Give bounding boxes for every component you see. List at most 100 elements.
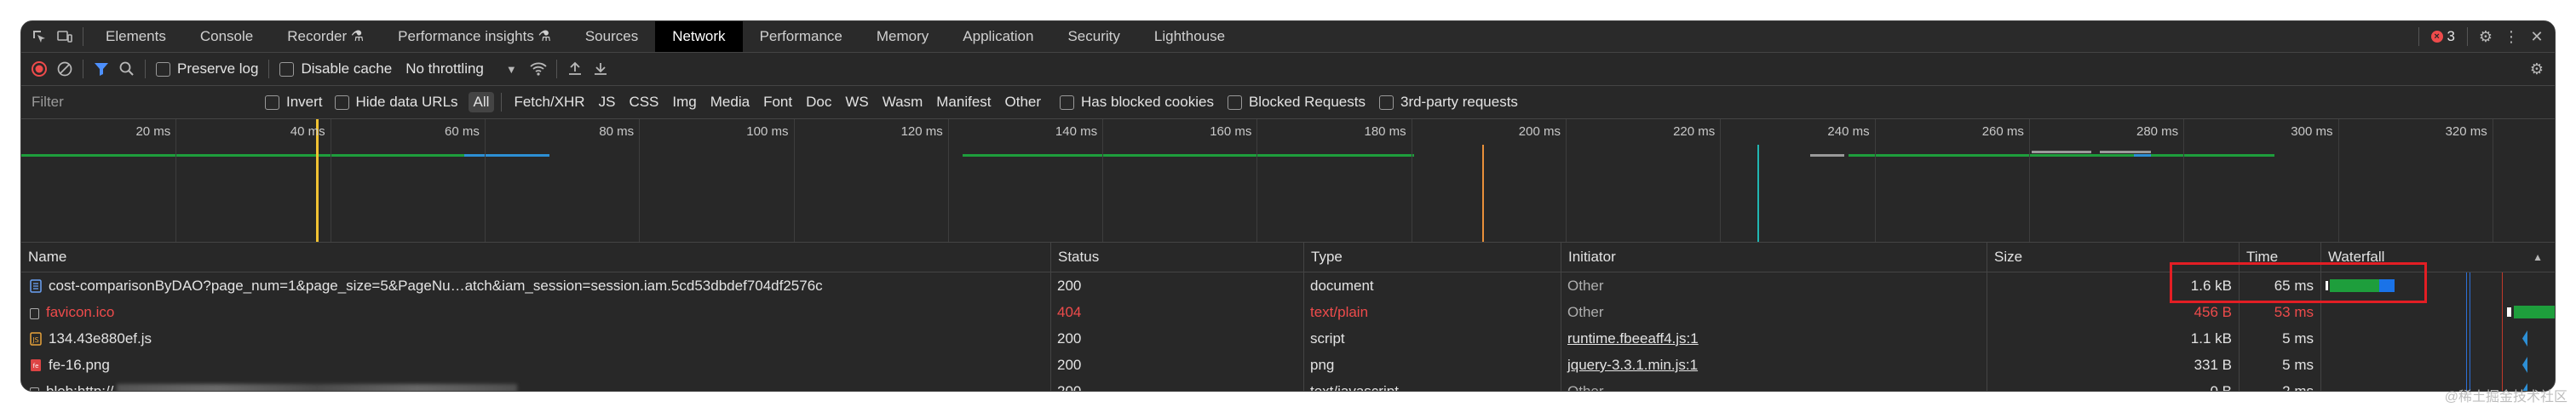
table-row[interactable]: JS 134.43e880ef.js 200 script runtime.fbe… — [21, 325, 2555, 352]
tab-sources[interactable]: Sources — [568, 21, 655, 52]
column-name-header[interactable]: Name — [21, 243, 1050, 272]
filter-type-font[interactable]: Font — [758, 92, 797, 112]
request-name-cell[interactable]: cost-comparisonByDAO?page_num=1&page_siz… — [21, 272, 1050, 299]
tab-elements[interactable]: Elements — [89, 21, 183, 52]
initiator-link[interactable]: jquery-3.3.1.min.js:1 — [1561, 352, 1987, 378]
disable-cache-checkbox[interactable] — [279, 61, 295, 77]
preserve-log-label: Preserve log — [177, 60, 259, 77]
overview-tick-label: 200 ms — [1518, 124, 1561, 139]
error-counter[interactable]: × 3 — [2430, 28, 2455, 45]
overview-gridline — [484, 119, 486, 242]
filter-type-manifest[interactable]: Manifest — [931, 92, 996, 112]
filter-input[interactable]: Filter — [21, 91, 253, 113]
table-row[interactable]: favicon.ico 404 text/plain Other 456 B 5… — [21, 299, 2555, 325]
has-blocked-cookies-checkbox[interactable] — [1060, 95, 1075, 110]
filter-bar: Filter Invert Hide data URLs All Fetch/X… — [21, 86, 2555, 119]
filter-type-fetch-xhr[interactable]: Fetch/XHR — [509, 92, 589, 112]
settings-gear-icon[interactable]: ⚙ — [2473, 24, 2498, 49]
column-status-header[interactable]: Status — [1050, 243, 1303, 272]
filter-funnel-icon[interactable] — [89, 56, 114, 82]
column-type-header[interactable]: Type — [1303, 243, 1561, 272]
tab-recorder-label: Recorder — [287, 28, 348, 44]
filter-type-media[interactable]: Media — [705, 92, 755, 112]
tab-performance[interactable]: Performance — [743, 21, 860, 52]
filter-type-all[interactable]: All — [468, 92, 495, 112]
blocked-requests-label: Blocked Requests — [1248, 94, 1366, 110]
network-overview-timeline[interactable]: 20 ms 40 ms 60 ms 80 ms 100 ms 120 ms 140 ms 16… — [21, 119, 2555, 243]
error-icon: × — [2430, 31, 2443, 43]
overview-gridline — [1720, 119, 1722, 242]
filter-type-img[interactable]: Img — [667, 92, 701, 112]
tab-lighthouse[interactable]: Lighthouse — [1137, 21, 1242, 52]
tab-security[interactable]: Security — [1050, 21, 1136, 52]
table-row[interactable]: blob:http:// 200 text/javascript Other 0… — [21, 378, 2555, 392]
load-event-marker — [1482, 145, 1484, 242]
overview-bar-document — [21, 154, 311, 157]
devtools-tab-bar: Elements Console Recorder ⚗ Performance … — [21, 21, 2555, 53]
inspect-element-icon[interactable] — [26, 24, 52, 49]
tab-recorder[interactable]: Recorder ⚗ — [270, 21, 381, 52]
initiator-link[interactable]: runtime.fbeeaff4.js:1 — [1561, 325, 1987, 352]
overview-tick-label: 60 ms — [445, 124, 480, 139]
more-options-icon[interactable]: ⋮ — [2498, 24, 2524, 49]
export-har-download-icon[interactable] — [588, 56, 613, 82]
overview-tick-label: 260 ms — [1981, 124, 2024, 139]
record-stop-icon[interactable] — [26, 56, 52, 82]
size-cell: 0 B — [2210, 383, 2232, 392]
network-conditions-wifi-icon[interactable] — [526, 56, 551, 82]
search-icon[interactable] — [114, 56, 140, 82]
tab-application[interactable]: Application — [946, 21, 1050, 52]
filter-type-wasm[interactable]: Wasm — [877, 92, 929, 112]
column-initiator-header[interactable]: Initiator — [1561, 243, 1987, 272]
tab-network[interactable]: Network — [655, 21, 743, 52]
tab-console[interactable]: Console — [183, 21, 270, 52]
overview-gridline — [1256, 119, 1258, 242]
file-icon — [30, 387, 39, 391]
request-name-cell[interactable]: JS 134.43e880ef.js — [21, 325, 1050, 352]
hide-data-urls-label: Hide data URLs — [355, 94, 458, 110]
overview-tick-label: 240 ms — [1827, 124, 1870, 139]
has-blocked-cookies-label: Has blocked cookies — [1081, 94, 1214, 110]
overview-bar-script — [2134, 154, 2151, 157]
network-settings-gear-icon[interactable]: ⚙ — [2524, 56, 2550, 82]
hide-data-urls-checkbox[interactable] — [334, 95, 349, 110]
time-cell: 5 ms — [2282, 357, 2314, 373]
filter-type-ws[interactable]: WS — [840, 92, 873, 112]
request-name-cell[interactable]: favicon.ico — [21, 299, 1050, 325]
overview-gridline — [947, 119, 949, 242]
redacted-url-blur — [117, 384, 518, 391]
close-icon[interactable]: ✕ — [2524, 24, 2550, 49]
error-count: 3 — [2447, 28, 2455, 44]
preserve-log-checkbox[interactable] — [156, 61, 170, 77]
tab-memory[interactable]: Memory — [860, 21, 946, 52]
size-cell: 331 B — [2194, 357, 2232, 373]
import-har-upload-icon[interactable] — [562, 56, 588, 82]
table-row[interactable]: fe fe-16.png 200 png jquery-3.3.1.min.js:… — [21, 352, 2555, 378]
watermark: @稀土掘金技术社区 — [2444, 390, 2567, 404]
clear-icon[interactable] — [52, 56, 78, 82]
overview-gridline — [1102, 119, 1104, 242]
svg-text:fe: fe — [33, 363, 39, 370]
filter-type-doc[interactable]: Doc — [801, 92, 837, 112]
third-party-requests-checkbox[interactable] — [1378, 95, 1394, 110]
filter-type-js[interactable]: JS — [594, 92, 621, 112]
type-cell: text/plain — [1310, 304, 1369, 320]
waterfall-bar — [2522, 357, 2527, 373]
request-name-cell[interactable]: fe fe-16.png — [21, 352, 1050, 378]
filter-divider — [501, 93, 503, 112]
overview-bar-blob — [2100, 151, 2151, 153]
request-name-cell[interactable]: blob:http:// — [21, 378, 1050, 391]
tab-performance-insights-label: Performance insights — [398, 28, 534, 44]
overview-bar-favicon — [1849, 154, 2274, 157]
device-toolbar-icon[interactable] — [52, 24, 78, 49]
dropdown-arrow-icon: ▼ — [505, 62, 517, 76]
filter-type-css[interactable]: CSS — [624, 92, 664, 112]
throttling-select[interactable]: No throttling ▼ — [405, 60, 517, 77]
filter-type-other[interactable]: Other — [1000, 92, 1047, 112]
invert-checkbox[interactable] — [265, 95, 279, 110]
status-cell: 200 — [1057, 383, 1082, 392]
tab-performance-insights[interactable]: Performance insights ⚗ — [381, 21, 568, 52]
status-cell: 404 — [1057, 304, 1082, 320]
waterfall-bar — [2522, 330, 2527, 347]
blocked-requests-checkbox[interactable] — [1227, 95, 1242, 110]
